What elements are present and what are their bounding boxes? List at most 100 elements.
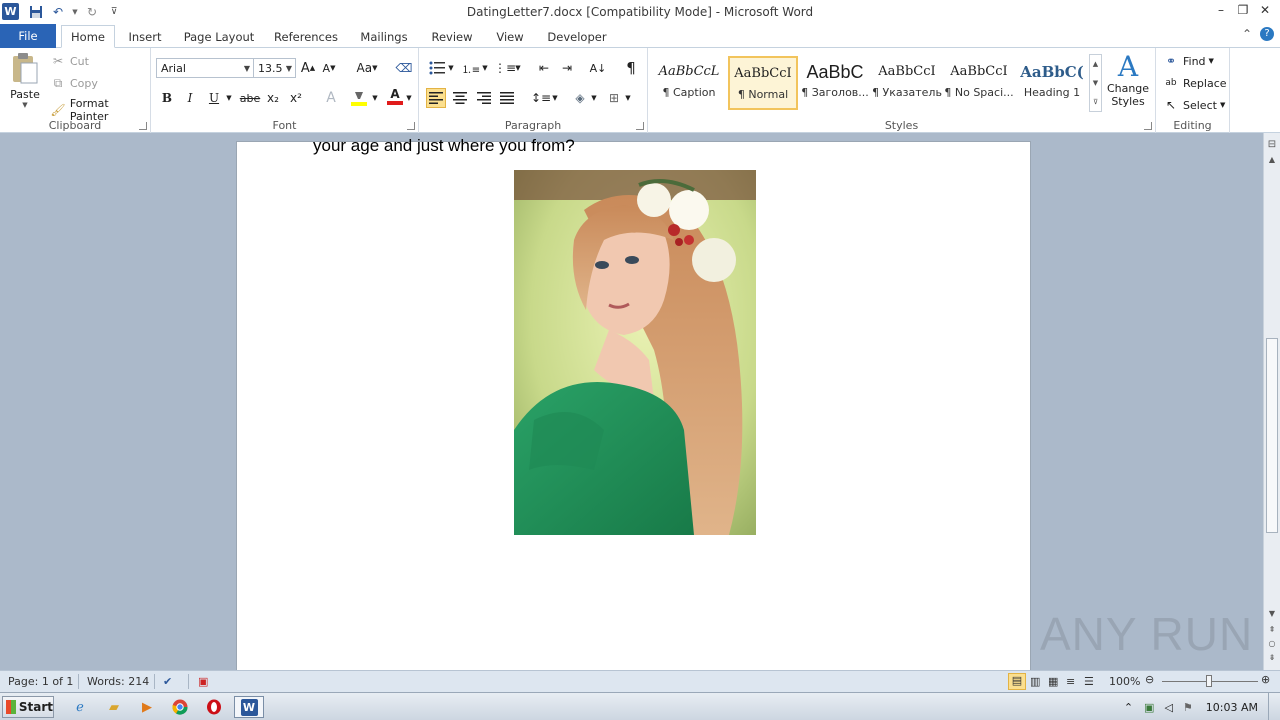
strikethrough-button[interactable]: abe — [239, 88, 261, 108]
show-hidden-icons-icon[interactable]: ⌃ — [1124, 701, 1133, 714]
shading-dropdown-icon[interactable]: ▼ — [589, 88, 599, 108]
copy-button[interactable]: ⧉ Copy — [50, 75, 98, 91]
redo-icon[interactable]: ↻ — [83, 3, 101, 21]
chrome-icon[interactable] — [168, 696, 192, 718]
font-size-combo[interactable]: 13.5 ▼ — [253, 58, 296, 78]
justify-icon[interactable] — [497, 88, 517, 108]
zoom-out-icon[interactable]: ⊖ — [1145, 673, 1154, 686]
ruler-toggle-icon[interactable]: ⊟ — [1264, 139, 1280, 150]
cut-button[interactable]: ✂ Cut — [50, 53, 89, 69]
paragraph-launcher-icon[interactable] — [636, 122, 644, 130]
style-zagolovok[interactable]: AaBbC ¶ Заголов... — [800, 56, 870, 110]
tab-home[interactable]: Home — [61, 25, 115, 48]
paste-dropdown-icon[interactable]: ▼ — [22, 101, 27, 109]
tab-view[interactable]: View — [489, 25, 531, 48]
start-button[interactable]: Start — [2, 696, 54, 718]
notification-flag-icon[interactable]: ⚑ — [1183, 701, 1193, 714]
word-taskbar-button[interactable]: W — [234, 696, 264, 718]
change-styles-button[interactable]: A Change Styles — [1104, 52, 1152, 116]
internet-explorer-icon[interactable]: ℯ — [68, 696, 92, 718]
numbering-dropdown-icon[interactable]: ▼ — [480, 58, 490, 78]
help-icon[interactable]: ? — [1260, 27, 1274, 41]
grow-font-button[interactable]: A ▲ — [298, 58, 318, 78]
tab-file[interactable]: File — [0, 24, 56, 48]
restore-button[interactable]: ❐ — [1232, 2, 1254, 18]
scroll-down-icon[interactable]: ▼ — [1264, 609, 1280, 618]
tab-page-layout[interactable]: Page Layout — [180, 25, 258, 48]
shading-icon[interactable]: ◈ — [570, 88, 590, 108]
align-center-icon[interactable] — [450, 88, 470, 108]
styles-gallery-scroll[interactable]: ▲ ▼ ⊽ — [1089, 54, 1102, 112]
align-left-icon[interactable] — [426, 88, 446, 108]
find-button[interactable]: ⚭ Find ▼ — [1163, 53, 1214, 69]
replace-button[interactable]: ab Replace — [1163, 75, 1226, 91]
word-count[interactable]: Words: 214 — [87, 675, 149, 688]
document-text-line[interactable]: your age and just where you from? — [313, 136, 575, 156]
align-right-icon[interactable] — [474, 88, 494, 108]
close-button[interactable]: ✕ — [1254, 2, 1276, 18]
style-caption[interactable]: AaBbCcL ¶ Caption — [654, 56, 724, 110]
draft-icon[interactable]: ☰ — [1084, 675, 1094, 688]
vertical-scrollbar[interactable]: ⊟ ▲ ▼ ⇞ ○ ⇟ — [1263, 133, 1280, 670]
change-case-button[interactable]: Aa ▼ — [354, 58, 380, 78]
collapse-ribbon-icon[interactable]: ⌃ — [1242, 27, 1252, 41]
decrease-indent-icon[interactable]: ⇤ — [534, 58, 554, 78]
customize-qat-icon[interactable]: ⊽ — [105, 3, 123, 21]
style-heading-1[interactable]: AaBbC( Heading 1 — [1016, 56, 1088, 110]
chevron-down-icon[interactable]: ▼ — [1093, 79, 1098, 87]
tab-insert[interactable]: Insert — [122, 25, 168, 48]
font-color-dropdown-icon[interactable]: ▼ — [404, 88, 414, 108]
tab-mailings[interactable]: Mailings — [354, 25, 414, 48]
paste-button[interactable]: Paste ▼ — [5, 52, 45, 116]
bullets-dropdown-icon[interactable]: ▼ — [446, 58, 456, 78]
clock[interactable]: 10:03 AM — [1206, 701, 1258, 714]
borders-dropdown-icon[interactable]: ▼ — [623, 88, 633, 108]
page-indicator[interactable]: Page: 1 of 1 — [8, 675, 73, 688]
zoom-level[interactable]: 100% — [1109, 675, 1140, 688]
multilevel-list-icon[interactable]: ⋮≡ — [494, 58, 516, 78]
text-effects-button[interactable]: A — [321, 88, 341, 108]
styles-launcher-icon[interactable] — [1144, 122, 1152, 130]
superscript-button[interactable]: x² — [286, 88, 306, 108]
numbering-icon[interactable]: ⒈≡ — [461, 58, 481, 78]
show-formatting-button[interactable]: ¶ — [621, 58, 641, 78]
media-player-icon[interactable]: ▶ — [135, 696, 159, 718]
italic-button[interactable]: I — [180, 88, 200, 108]
web-layout-icon[interactable]: ▦ — [1048, 675, 1058, 688]
bold-button[interactable]: B — [157, 88, 177, 108]
macro-record-icon[interactable]: ▣ — [198, 675, 208, 688]
minimize-button[interactable]: – — [1210, 2, 1232, 18]
line-spacing-dropdown-icon[interactable]: ▼ — [550, 88, 560, 108]
select-button[interactable]: ↖ Select ▼ — [1163, 97, 1225, 113]
multilevel-dropdown-icon[interactable]: ▼ — [513, 58, 523, 78]
zoom-in-icon[interactable]: ⊕ — [1261, 673, 1270, 686]
highlight-dropdown-icon[interactable]: ▼ — [370, 88, 380, 108]
underline-button[interactable]: U — [204, 88, 224, 108]
file-explorer-icon[interactable]: ▰ — [102, 696, 126, 718]
opera-icon[interactable] — [202, 696, 226, 718]
chevron-up-icon[interactable]: ▲ — [1093, 60, 1098, 68]
inline-photo[interactable] — [514, 170, 756, 535]
tab-references[interactable]: References — [268, 25, 344, 48]
sort-icon[interactable]: A↓ — [588, 58, 608, 78]
style-normal[interactable]: AaBbCcI ¶ Normal — [728, 56, 798, 110]
save-icon[interactable] — [27, 3, 45, 21]
style-ukazatel[interactable]: AaBbCcI ¶ Указатель — [872, 56, 942, 110]
undo-icon[interactable]: ↶ — [49, 3, 67, 21]
font-name-combo[interactable]: Arial ▼ — [156, 58, 254, 78]
highlight-button[interactable] — [349, 88, 369, 108]
undo-dropdown-icon[interactable]: ▼ — [71, 3, 79, 21]
tab-developer[interactable]: Developer — [543, 25, 611, 48]
show-desktop-button[interactable] — [1268, 693, 1280, 720]
clipboard-launcher-icon[interactable] — [139, 122, 147, 130]
more-styles-icon[interactable]: ⊽ — [1093, 98, 1098, 106]
next-page-icon[interactable]: ⇟ — [1264, 653, 1280, 662]
clear-formatting-icon[interactable]: ⌫ — [394, 58, 414, 78]
zoom-slider-thumb[interactable] — [1206, 675, 1212, 687]
font-launcher-icon[interactable] — [407, 122, 415, 130]
scrollbar-thumb[interactable] — [1266, 338, 1278, 533]
previous-page-icon[interactable]: ⇞ — [1264, 625, 1280, 634]
font-color-button[interactable]: A — [385, 86, 405, 106]
word-logo-icon[interactable]: W — [2, 3, 19, 20]
network-icon[interactable]: ▣ — [1144, 701, 1154, 714]
